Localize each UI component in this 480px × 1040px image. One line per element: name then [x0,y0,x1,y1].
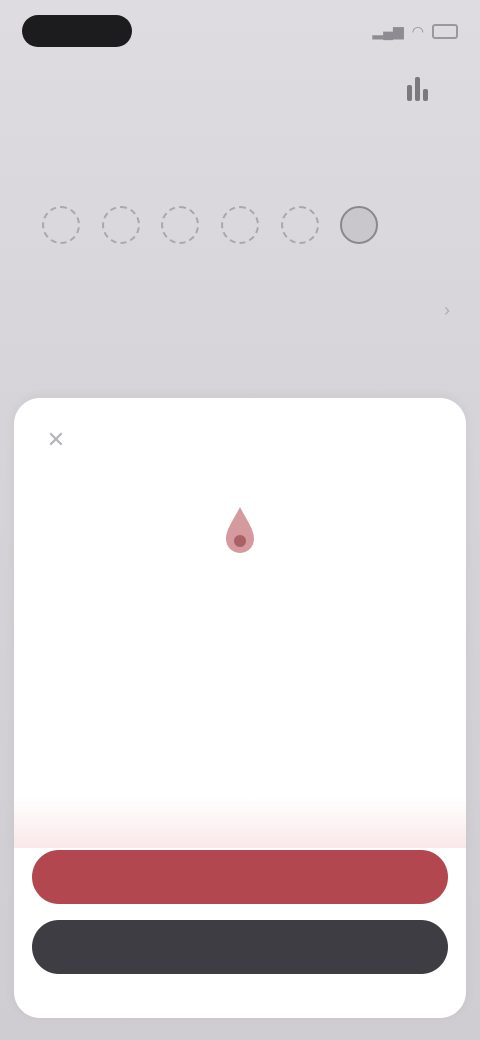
day-2[interactable] [96,172,146,244]
day-3[interactable] [155,172,205,244]
week-strip [36,172,444,244]
day-circle[interactable] [400,206,438,244]
day-5[interactable] [275,172,325,244]
bottom-sheet: ✕ [14,398,466,1018]
drop-icon [220,503,260,559]
status-bar: ▂▄▆ ◠ [22,14,458,48]
day-7[interactable] [394,172,444,244]
day-circle[interactable] [101,206,140,244]
chevron-right-icon[interactable]: › [444,300,450,321]
day-6-today[interactable] [334,172,384,244]
secondary-button[interactable] [32,920,448,974]
day-circle[interactable] [220,206,259,244]
day-circle[interactable] [161,206,200,244]
close-icon[interactable]: ✕ [42,426,70,454]
sheet-fade [14,798,466,848]
header [0,62,480,114]
wifi-icon: ◠ [411,22,424,39]
day-circle[interactable] [280,206,319,244]
signal-icon: ▂▄▆ [372,22,404,39]
status-time [22,15,132,47]
day-circle-today[interactable] [340,206,379,244]
app-screen: ▂▄▆ ◠ › ✕ [0,0,480,1040]
primary-button[interactable] [32,850,448,904]
status-icons: ▂▄▆ ◠ [372,23,458,40]
day-circle[interactable] [42,206,80,244]
day-1[interactable] [36,172,86,244]
day-4[interactable] [215,172,265,244]
chart-icon[interactable] [400,68,436,108]
battery-icon [432,23,458,39]
